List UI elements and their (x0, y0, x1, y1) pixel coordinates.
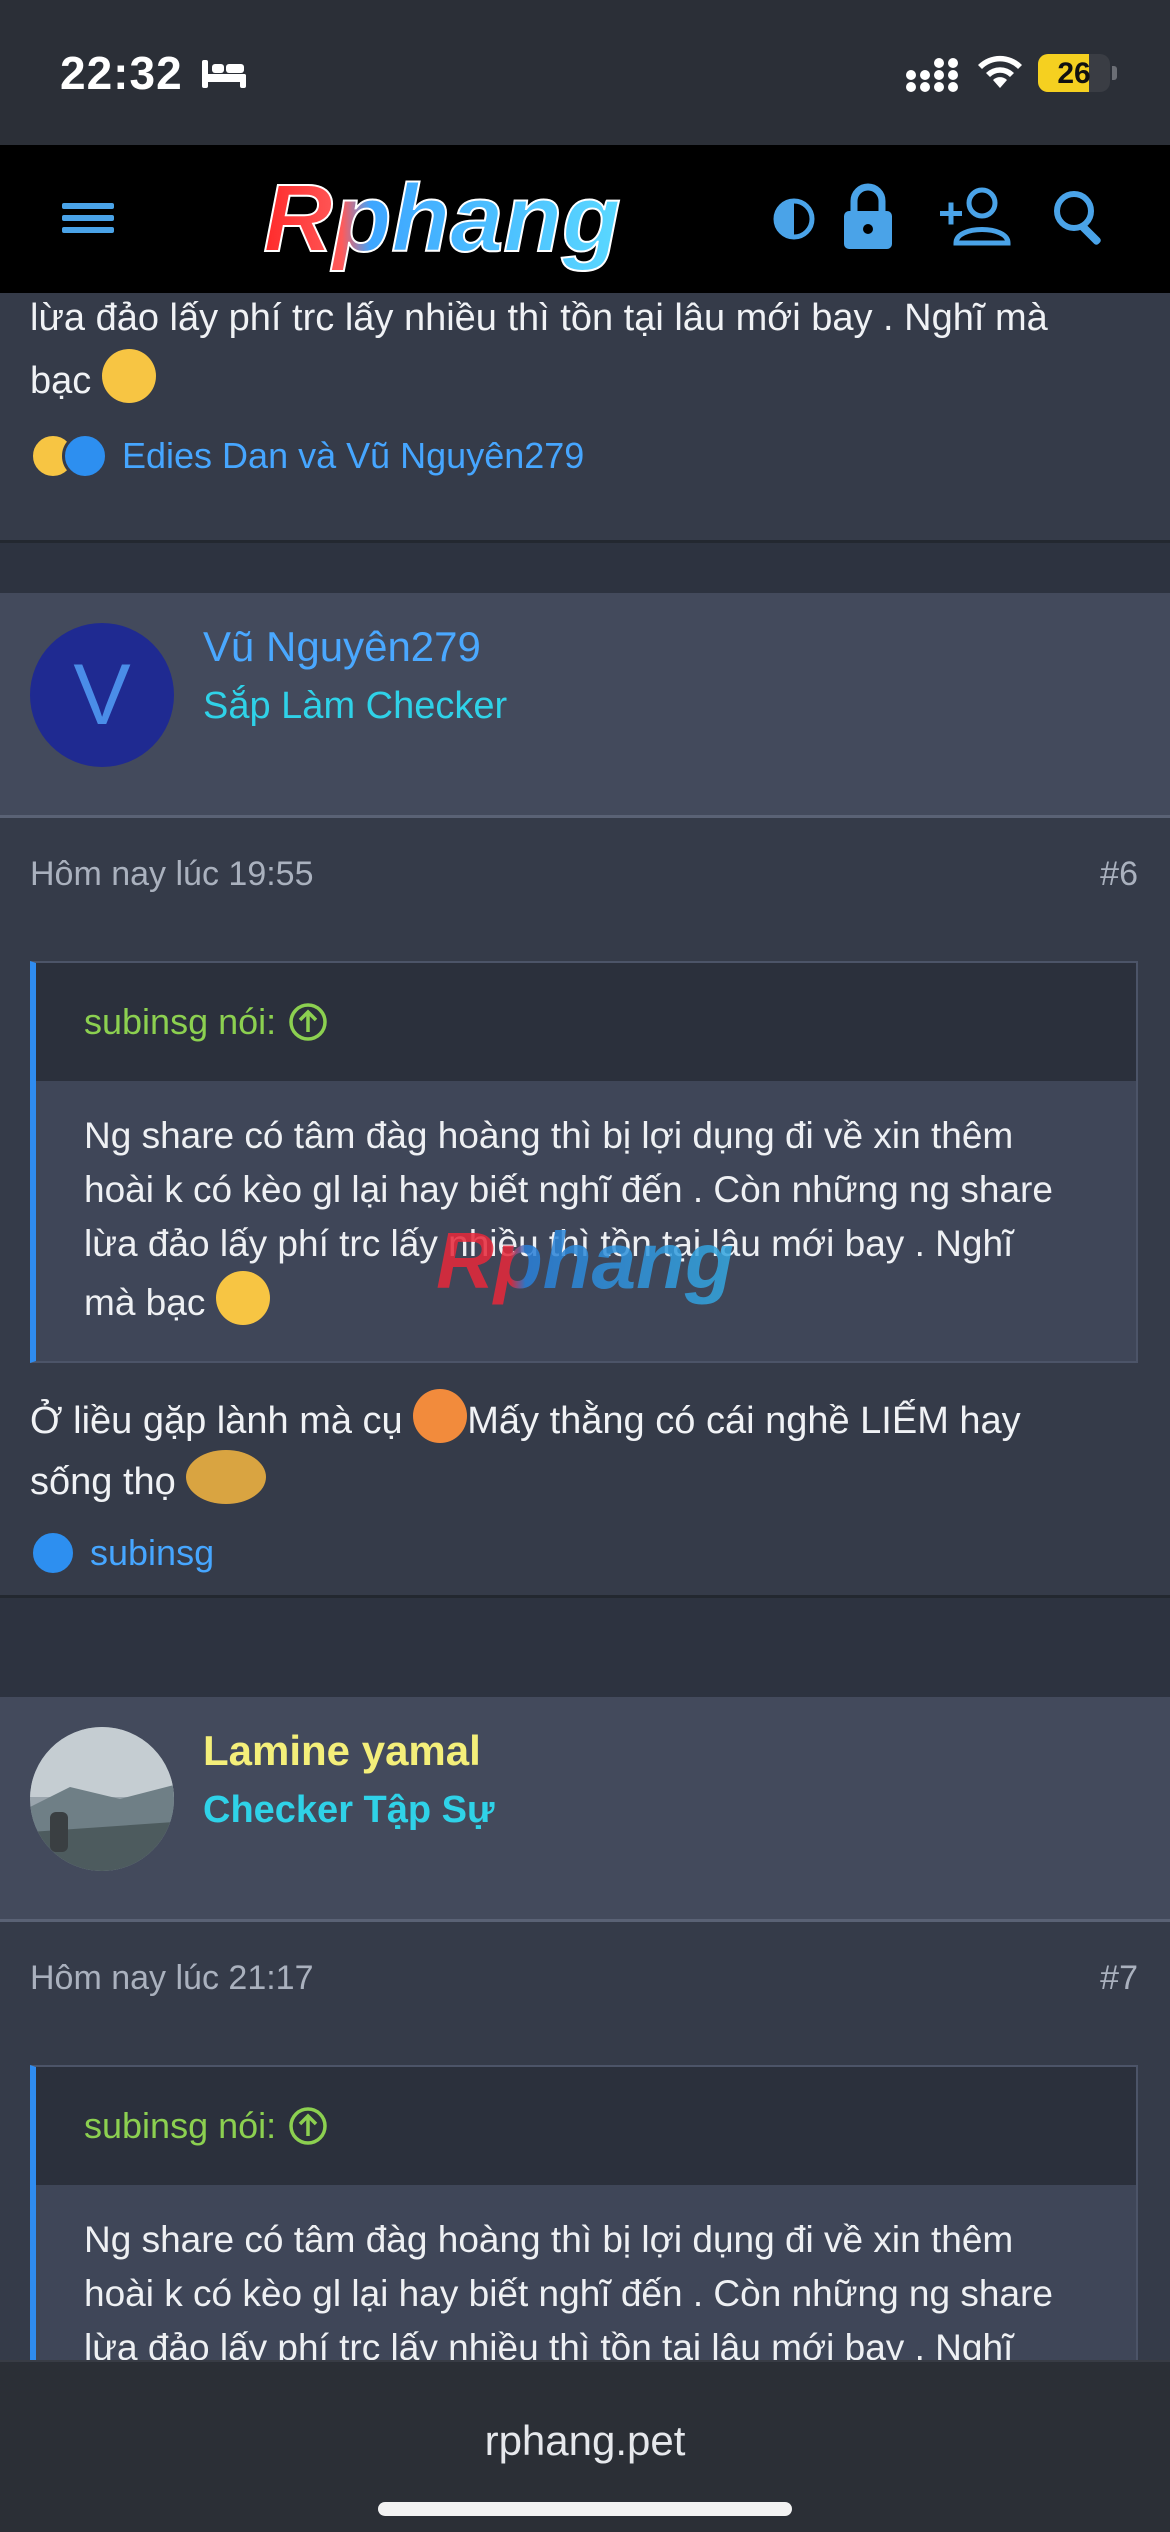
quote-body: Ng share có tâm đàg hoàng thì bị lợi dụn… (36, 2185, 1136, 2360)
username[interactable]: Lamine yamal (203, 1727, 481, 1775)
post-body-prev: lừa đảo lấy phí trc lấy nhiều thì tồn tạ… (30, 293, 1150, 412)
menu-icon[interactable] (58, 195, 118, 241)
relieved-face-emoji-icon (101, 349, 156, 403)
site-logo[interactable]: Rphang (160, 163, 725, 273)
post-body-6: Ở liều gặp lành mà cụ Mấy thằng có cái n… (30, 1389, 1150, 1511)
quote-text-fragment: mà bạc (84, 1282, 206, 1323)
avatar[interactable]: V (30, 623, 174, 767)
quote-line: hoài k có kèo gl lại hay biết nghĩ đến .… (84, 2273, 1053, 2314)
thread-content: lừa đảo lấy phí trc lấy nhiều thì tồn tạ… (0, 293, 1170, 2360)
quote-header[interactable]: subinsg nói: (36, 963, 1136, 1081)
status-time: 22:32 (60, 47, 183, 99)
sleep-focus-icon (202, 60, 246, 88)
battery-tip (1112, 66, 1117, 80)
reaction-summary[interactable]: Edies Dan và Vũ Nguyên279 (30, 433, 584, 479)
jump-to-quote-icon[interactable] (288, 1002, 328, 1042)
contrast-icon[interactable] (772, 197, 816, 241)
reaction-users[interactable]: subinsg (90, 1532, 214, 1574)
username[interactable]: Vũ Nguyên279 (203, 623, 481, 671)
post-card-7: Lamine yamal Checker Tập Sự Hôm nay lúc … (0, 1697, 1170, 2360)
reaction-summary[interactable]: subinsg (30, 1530, 214, 1576)
add-user-icon[interactable] (940, 185, 1012, 247)
post-card-6: V Vũ Nguyên279 Sắp Làm Checker Hôm nay l… (0, 593, 1170, 1598)
user-band-6: V Vũ Nguyên279 Sắp Làm Checker (0, 593, 1170, 818)
like-reaction-icon (30, 1530, 76, 1576)
quote-line: Ng share có tâm đàg hoàng thì bị lợi dụn… (84, 2219, 1014, 2260)
address-bar[interactable]: rphang.pet (0, 2417, 1170, 2465)
post-text-fragment: Mấy thằng có cái nghề LIẾM hay (467, 1400, 1021, 1442)
quote-line: hoài k có kèo gl lại hay biết nghĩ đến .… (84, 1169, 1053, 1210)
laughing-face-emoji-icon (413, 1389, 468, 1443)
post-text-line-2: bạc (30, 349, 1150, 412)
watermark-logo: Rphang (436, 1216, 734, 1305)
quote-line: lừa đảo lấy phí trc lấy nhiều thì tồn tạ… (84, 2327, 1014, 2360)
status-bar: 22:32 26 (0, 0, 1170, 145)
site-header: Rphang (0, 145, 1170, 293)
post-timestamp[interactable]: Hôm nay lúc 19:55 (30, 855, 314, 894)
wifi-icon (978, 55, 1022, 88)
lock-icon[interactable] (840, 181, 896, 251)
quote-block: subinsg nói: Ng share có tâm đàg hoàng t… (30, 2065, 1138, 2360)
relieved-face-emoji-icon (215, 1271, 270, 1325)
quote-line: Ng share có tâm đàg hoàng thì bị lợi dụn… (84, 1115, 1014, 1156)
search-icon[interactable] (1050, 187, 1112, 249)
post-timestamp[interactable]: Hôm nay lúc 21:17 (30, 1959, 314, 1998)
post-body-line-2: sống thọ (30, 1450, 1150, 1511)
cellular-signal-icon (906, 58, 958, 92)
post-text-fragment: bạc (30, 360, 92, 402)
like-reaction-icon (62, 433, 108, 479)
battery-indicator: 26 (1038, 54, 1110, 92)
quote-author[interactable]: subinsg nói: (84, 1001, 276, 1043)
quote-author[interactable]: subinsg nói: (84, 2105, 276, 2147)
user-title: Sắp Làm Checker (203, 685, 508, 727)
avatar[interactable] (30, 1727, 174, 1871)
post-card-prev: lừa đảo lấy phí trc lấy nhiều thì tồn tạ… (0, 293, 1170, 543)
watermark-text: Rphang (436, 1216, 734, 1305)
user-title: Checker Tập Sự (203, 1789, 495, 1831)
quote-header[interactable]: subinsg nói: (36, 2067, 1136, 2185)
logo-text: Rphang (263, 165, 620, 272)
reaction-users[interactable]: Edies Dan và Vũ Nguyên279 (122, 435, 584, 477)
post-number[interactable]: #6 (1100, 855, 1138, 894)
battery-level: 26 (1057, 57, 1091, 90)
post-body-line: Ở liều gặp lành mà cụ Mấy thằng có cái n… (30, 1389, 1150, 1450)
post-text-line: lừa đảo lấy phí trc lấy nhiều thì tồn tạ… (30, 297, 1048, 339)
sticker-emoji-icon (186, 1450, 267, 1504)
post-text-fragment: sống thọ (30, 1461, 187, 1503)
jump-to-quote-icon[interactable] (288, 2106, 328, 2146)
user-band-7: Lamine yamal Checker Tập Sự (0, 1697, 1170, 1922)
post-number[interactable]: #7 (1100, 1959, 1138, 1998)
browser-bottom-bar: rphang.pet (0, 2360, 1170, 2532)
post-text-fragment: Ở liều gặp lành mà cụ (30, 1400, 414, 1442)
home-indicator[interactable] (378, 2502, 792, 2516)
